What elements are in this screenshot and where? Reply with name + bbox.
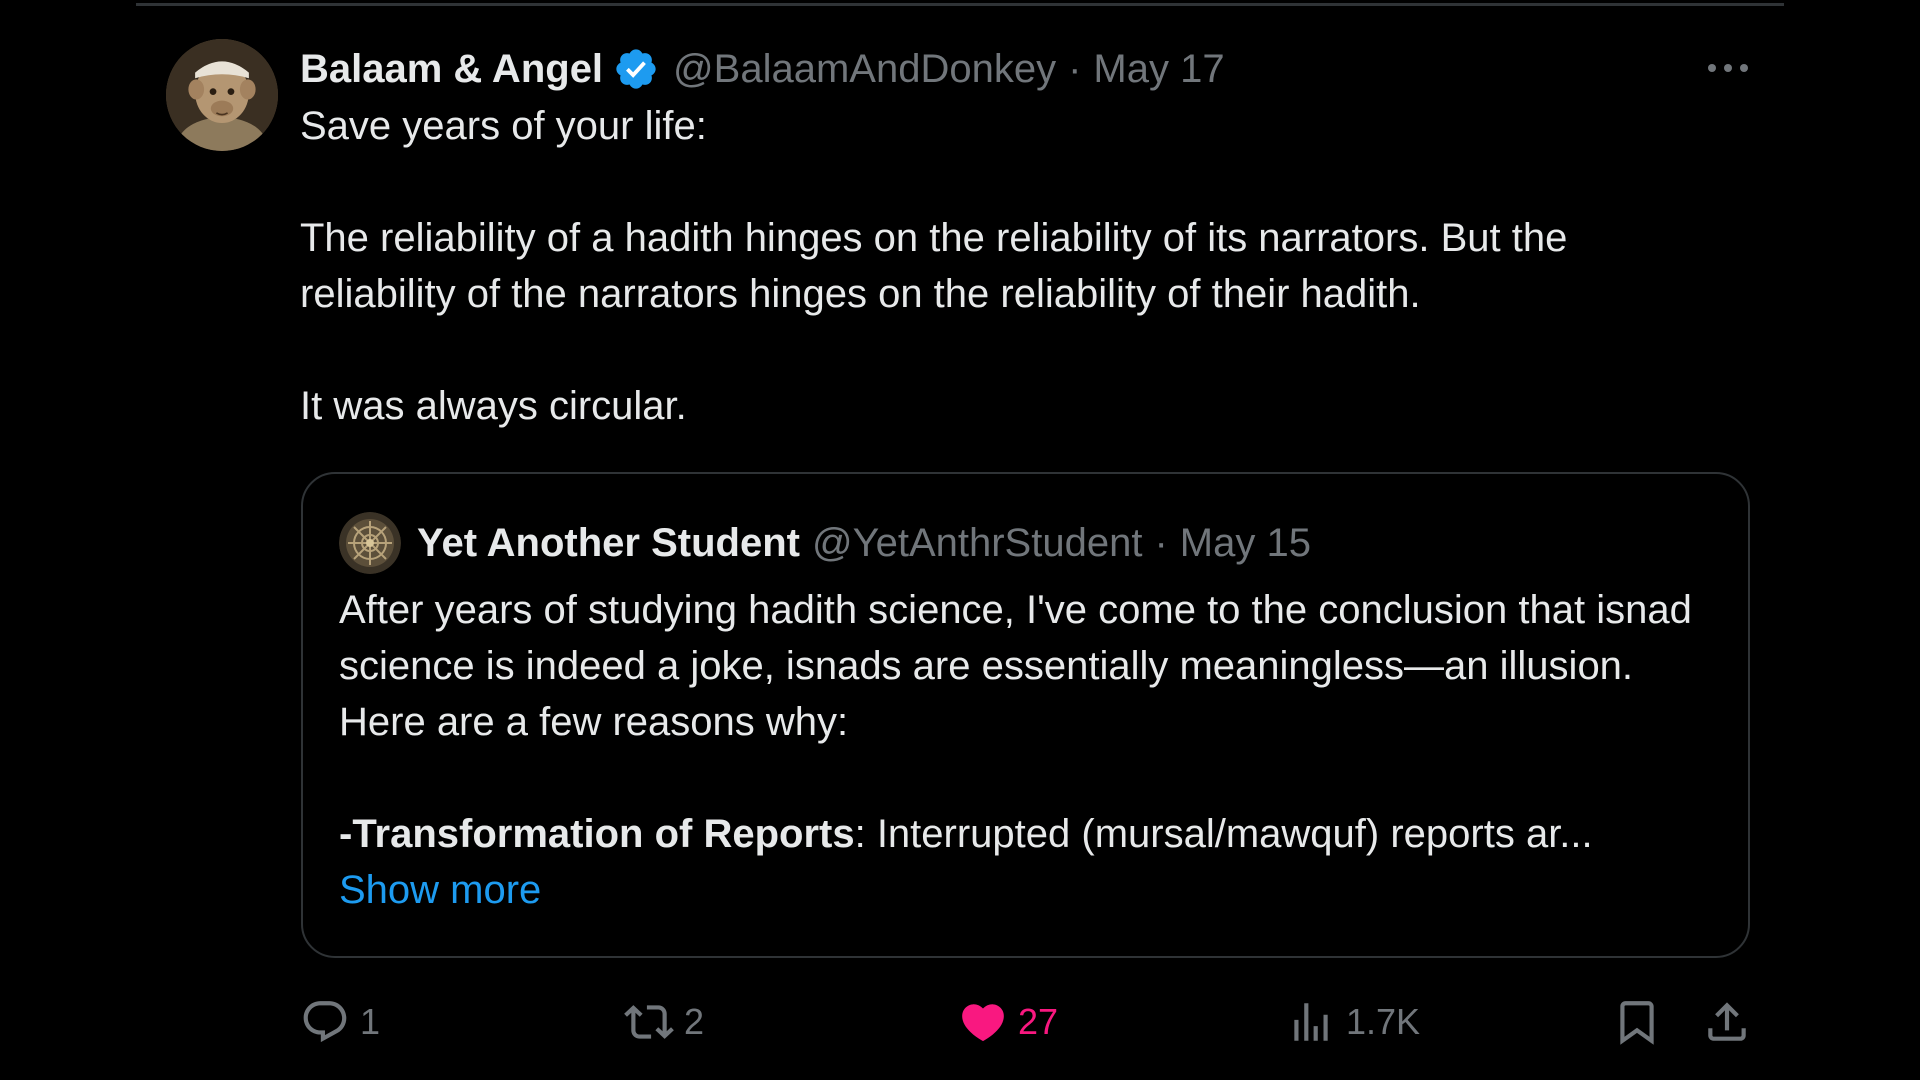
tweet-line: Save years of your life: [300,104,707,148]
header-separator: · [1068,46,1082,91]
show-more-link[interactable]: Show more [339,868,541,912]
quote-header: Yet Another Student @YetAnthrStudent · M… [417,518,1311,568]
tweet-date[interactable]: May 17 [1093,47,1224,92]
retweet-icon [624,1005,674,1039]
heart-icon [962,1004,1004,1042]
author-handle[interactable]: @BalaamAndDonkey [673,47,1056,92]
views-button[interactable]: 1.7K [1286,992,1420,1052]
quote-date[interactable]: May 15 [1180,521,1311,566]
tweet-text: Save years of your life: The reliability… [300,98,1730,434]
top-divider [136,3,1784,6]
quote-paragraph: -Transformation of Reports: Interrupted … [339,806,1729,862]
tweet-header: Balaam & Angel @BalaamAndDonkey · May 17 [300,44,1225,94]
retweet-count: 2 [684,1001,705,1042]
bookmark-icon [1620,1001,1654,1045]
author-avatar[interactable] [166,39,278,151]
quote-text: After years of studying hadith science, … [339,582,1729,918]
quote-author-avatar[interactable] [339,512,401,574]
retweet-button[interactable]: 2 [624,992,704,1052]
quoted-tweet-card[interactable]: Yet Another Student @YetAnthrStudent · M… [301,472,1750,958]
share-button[interactable] [1702,992,1752,1052]
share-icon [1708,1002,1746,1041]
bookmark-button[interactable] [1612,992,1662,1052]
reply-count: 1 [360,1001,381,1042]
avatar-image [166,39,278,151]
quote-bold-heading: -Transformation of Reports [339,812,855,856]
reply-button[interactable]: 1 [300,992,380,1052]
like-button[interactable]: 27 [958,992,1058,1052]
action-bar: 1 2 27 1.7K [0,992,1920,1052]
reply-icon [303,1001,347,1043]
quote-paragraph: After years of studying hadith science, … [339,588,1692,744]
tweet-line: It was always circular. [300,384,687,428]
quote-avatar-image [339,512,401,574]
verified-badge-icon[interactable] [613,46,659,92]
tweet-page: Balaam & Angel @BalaamAndDonkey · May 17… [0,0,1920,1080]
author-name[interactable]: Balaam & Angel [300,47,603,92]
more-options-icon[interactable] [1700,50,1756,86]
quote-truncated-text: : Interrupted (mursal/mawquf) reports ar… [854,812,1593,856]
views-count: 1.7K [1346,1001,1421,1042]
quote-author-handle[interactable]: @YetAnthrStudent [812,521,1142,566]
tweet-line: The reliability of a hadith hinges on th… [300,216,1568,316]
quote-author-name[interactable]: Yet Another Student [417,521,800,566]
quote-header-separator: · [1154,520,1168,565]
like-count: 27 [1018,1001,1059,1042]
views-chart-icon [1294,1003,1328,1041]
